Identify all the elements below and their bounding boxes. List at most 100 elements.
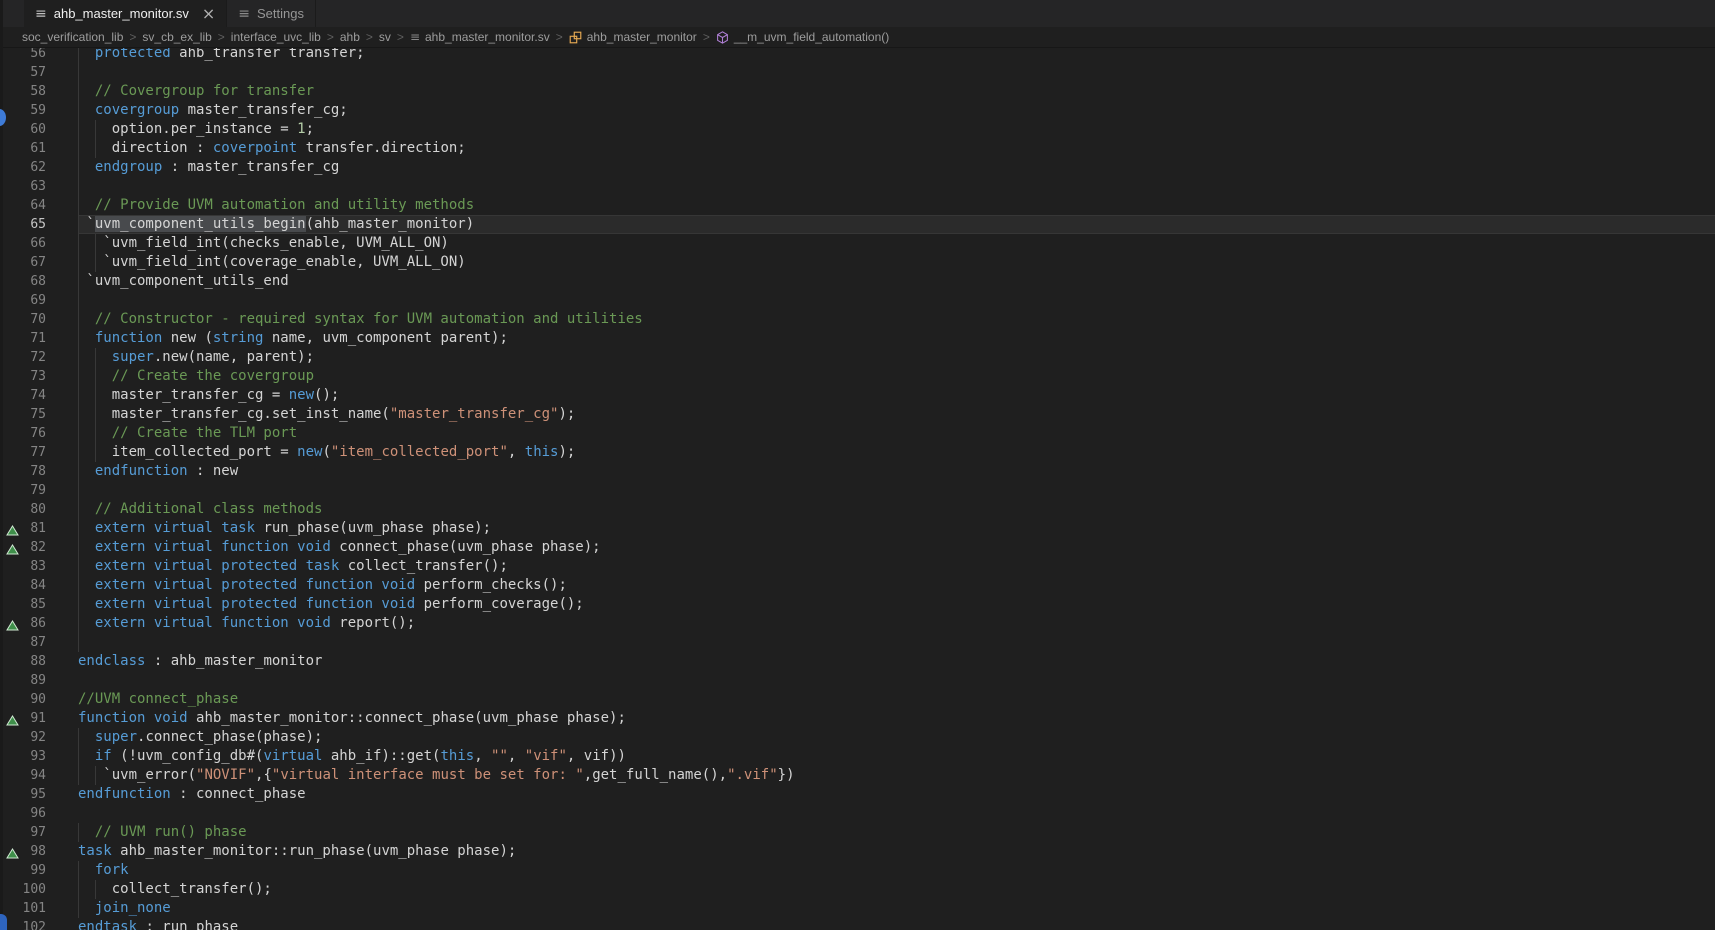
code-text[interactable]: // UVM run() phase (78, 823, 1715, 842)
code-line-81[interactable]: 81 extern virtual task run_phase(uvm_pha… (0, 519, 1715, 538)
code-line-75[interactable]: 75 master_transfer_cg.set_inst_name("mas… (0, 405, 1715, 424)
code-text[interactable]: `uvm_component_utils_end (78, 272, 1715, 291)
editor[interactable]: 56 protected ahb_transfer transfer;5758 … (0, 47, 1715, 930)
line-number[interactable]: 61 (30, 139, 46, 158)
line-number[interactable]: 102 (23, 918, 46, 930)
code-text[interactable] (78, 177, 1715, 196)
code-text[interactable]: direction : coverpoint transfer.directio… (78, 139, 1715, 158)
line-number[interactable]: 56 (30, 47, 46, 63)
tab-ahb-master-monitor-sv[interactable]: ≡ahb_master_monitor.sv× (24, 0, 227, 27)
breadcrumb-item-interface-uvc-lib[interactable]: interface_uvc_lib (231, 30, 321, 44)
code-text[interactable]: // Covergroup for transfer (78, 82, 1715, 101)
line-number[interactable]: 79 (30, 481, 46, 500)
code-line-59[interactable]: 59 covergroup master_transfer_cg; (0, 101, 1715, 120)
line-number[interactable]: 62 (30, 158, 46, 177)
code-line-88[interactable]: 88 endclass : ahb_master_monitor (0, 652, 1715, 671)
code-line-85[interactable]: 85 extern virtual protected function voi… (0, 595, 1715, 614)
code-text[interactable]: `uvm_component_utils_begin(ahb_master_mo… (78, 215, 1715, 234)
line-number[interactable]: 94 (30, 766, 46, 785)
line-number[interactable]: 70 (30, 310, 46, 329)
code-line-97[interactable]: 97 // UVM run() phase (0, 823, 1715, 842)
code-line-102[interactable]: 102 endtask : run_phase (0, 918, 1715, 930)
line-number[interactable]: 93 (30, 747, 46, 766)
code-text[interactable]: endfunction : connect_phase (78, 785, 1715, 804)
code-line-60[interactable]: 60 option.per_instance = 1; (0, 120, 1715, 139)
breadcrumb-item--m-uvm-field-automation-[interactable]: __m_uvm_field_automation() (716, 30, 889, 44)
line-number[interactable]: 88 (30, 652, 46, 671)
code-line-83[interactable]: 83 extern virtual protected task collect… (0, 557, 1715, 576)
breadcrumb-item-sv-cb-ex-lib[interactable]: sv_cb_ex_lib (142, 30, 211, 44)
line-number[interactable]: 89 (30, 671, 46, 690)
line-number[interactable]: 58 (30, 82, 46, 101)
code-line-80[interactable]: 80 // Additional class methods (0, 500, 1715, 519)
code-text[interactable]: extern virtual protected function void p… (78, 576, 1715, 595)
line-number[interactable]: 74 (30, 386, 46, 405)
code-text[interactable]: //UVM connect_phase (78, 690, 1715, 709)
code-text[interactable]: function void ahb_master_monitor::connec… (78, 709, 1715, 728)
line-number[interactable]: 69 (30, 291, 46, 310)
breadcrumb-item-ahb[interactable]: ahb (340, 30, 360, 44)
code-text[interactable] (78, 63, 1715, 82)
code-line-57[interactable]: 57 (0, 63, 1715, 82)
code-text[interactable]: endclass : ahb_master_monitor (78, 652, 1715, 671)
code-text[interactable]: join_none (78, 899, 1715, 918)
line-number[interactable]: 82 (30, 538, 46, 557)
code-line-61[interactable]: 61 direction : coverpoint transfer.direc… (0, 139, 1715, 158)
line-number[interactable]: 77 (30, 443, 46, 462)
code-line-100[interactable]: 100 collect_transfer(); (0, 880, 1715, 899)
line-number[interactable]: 95 (30, 785, 46, 804)
code-line-70[interactable]: 70 // Constructor - required syntax for … (0, 310, 1715, 329)
line-number[interactable]: 75 (30, 405, 46, 424)
line-number[interactable]: 99 (30, 861, 46, 880)
code-line-87[interactable]: 87 (0, 633, 1715, 652)
code-line-79[interactable]: 79 (0, 481, 1715, 500)
code-line-91[interactable]: 91 function void ahb_master_monitor::conn… (0, 709, 1715, 728)
code-text[interactable]: extern virtual protected function void p… (78, 595, 1715, 614)
line-number[interactable]: 63 (30, 177, 46, 196)
code-text[interactable]: endgroup : master_transfer_cg (78, 158, 1715, 177)
code-text[interactable] (78, 804, 1715, 823)
line-number[interactable]: 73 (30, 367, 46, 386)
line-number[interactable]: 85 (30, 595, 46, 614)
code-text[interactable]: endtask : run_phase (78, 918, 1715, 930)
breadcrumb-item-ahb-master-monitor[interactable]: ahb_master_monitor (569, 30, 697, 44)
code-line-72[interactable]: 72 super.new(name, parent); (0, 348, 1715, 367)
code-line-86[interactable]: 86 extern virtual function void report()… (0, 614, 1715, 633)
line-number[interactable]: 100 (23, 880, 46, 899)
code-line-94[interactable]: 94 `uvm_error("NOVIF",{"virtual interfac… (0, 766, 1715, 785)
line-number[interactable]: 101 (23, 899, 46, 918)
line-number[interactable]: 78 (30, 462, 46, 481)
code-line-98[interactable]: 98task ahb_master_monitor::run_phase(uvm… (0, 842, 1715, 861)
line-number[interactable]: 72 (30, 348, 46, 367)
code-line-68[interactable]: 68 `uvm_component_utils_end (0, 272, 1715, 291)
line-number[interactable]: 87 (30, 633, 46, 652)
line-number[interactable]: 59 (30, 101, 46, 120)
code-line-73[interactable]: 73 // Create the covergroup (0, 367, 1715, 386)
code-line-63[interactable]: 63 (0, 177, 1715, 196)
line-number[interactable]: 64 (30, 196, 46, 215)
code-line-64[interactable]: 64 // Provide UVM automation and utility… (0, 196, 1715, 215)
code-text[interactable]: function new (string name, uvm_component… (78, 329, 1715, 348)
line-number[interactable]: 57 (30, 63, 46, 82)
line-number[interactable]: 67 (30, 253, 46, 272)
code-line-90[interactable]: 90//UVM connect_phase (0, 690, 1715, 709)
code-text[interactable]: if (!uvm_config_db#(virtual ahb_if)::get… (78, 747, 1715, 766)
code-text[interactable]: super.new(name, parent); (78, 348, 1715, 367)
line-number[interactable]: 80 (30, 500, 46, 519)
line-number[interactable]: 65 (30, 215, 46, 234)
code-line-92[interactable]: 92 super.connect_phase(phase); (0, 728, 1715, 747)
line-number[interactable]: 60 (30, 120, 46, 139)
line-number[interactable]: 91 (30, 709, 46, 728)
breadcrumb-item-sv[interactable]: sv (379, 30, 391, 44)
code-line-96[interactable]: 96 (0, 804, 1715, 823)
line-number[interactable]: 83 (30, 557, 46, 576)
code-line-89[interactable]: 89 (0, 671, 1715, 690)
line-number[interactable]: 86 (30, 614, 46, 633)
line-number[interactable]: 98 (30, 842, 46, 861)
code-line-93[interactable]: 93 if (!uvm_config_db#(virtual ahb_if)::… (0, 747, 1715, 766)
code-text[interactable]: extern virtual task run_phase(uvm_phase … (78, 519, 1715, 538)
code-line-95[interactable]: 95 endfunction : connect_phase (0, 785, 1715, 804)
code-text[interactable] (78, 671, 1715, 690)
code-text[interactable]: master_transfer_cg = new(); (78, 386, 1715, 405)
code-text[interactable]: // Create the TLM port (78, 424, 1715, 443)
